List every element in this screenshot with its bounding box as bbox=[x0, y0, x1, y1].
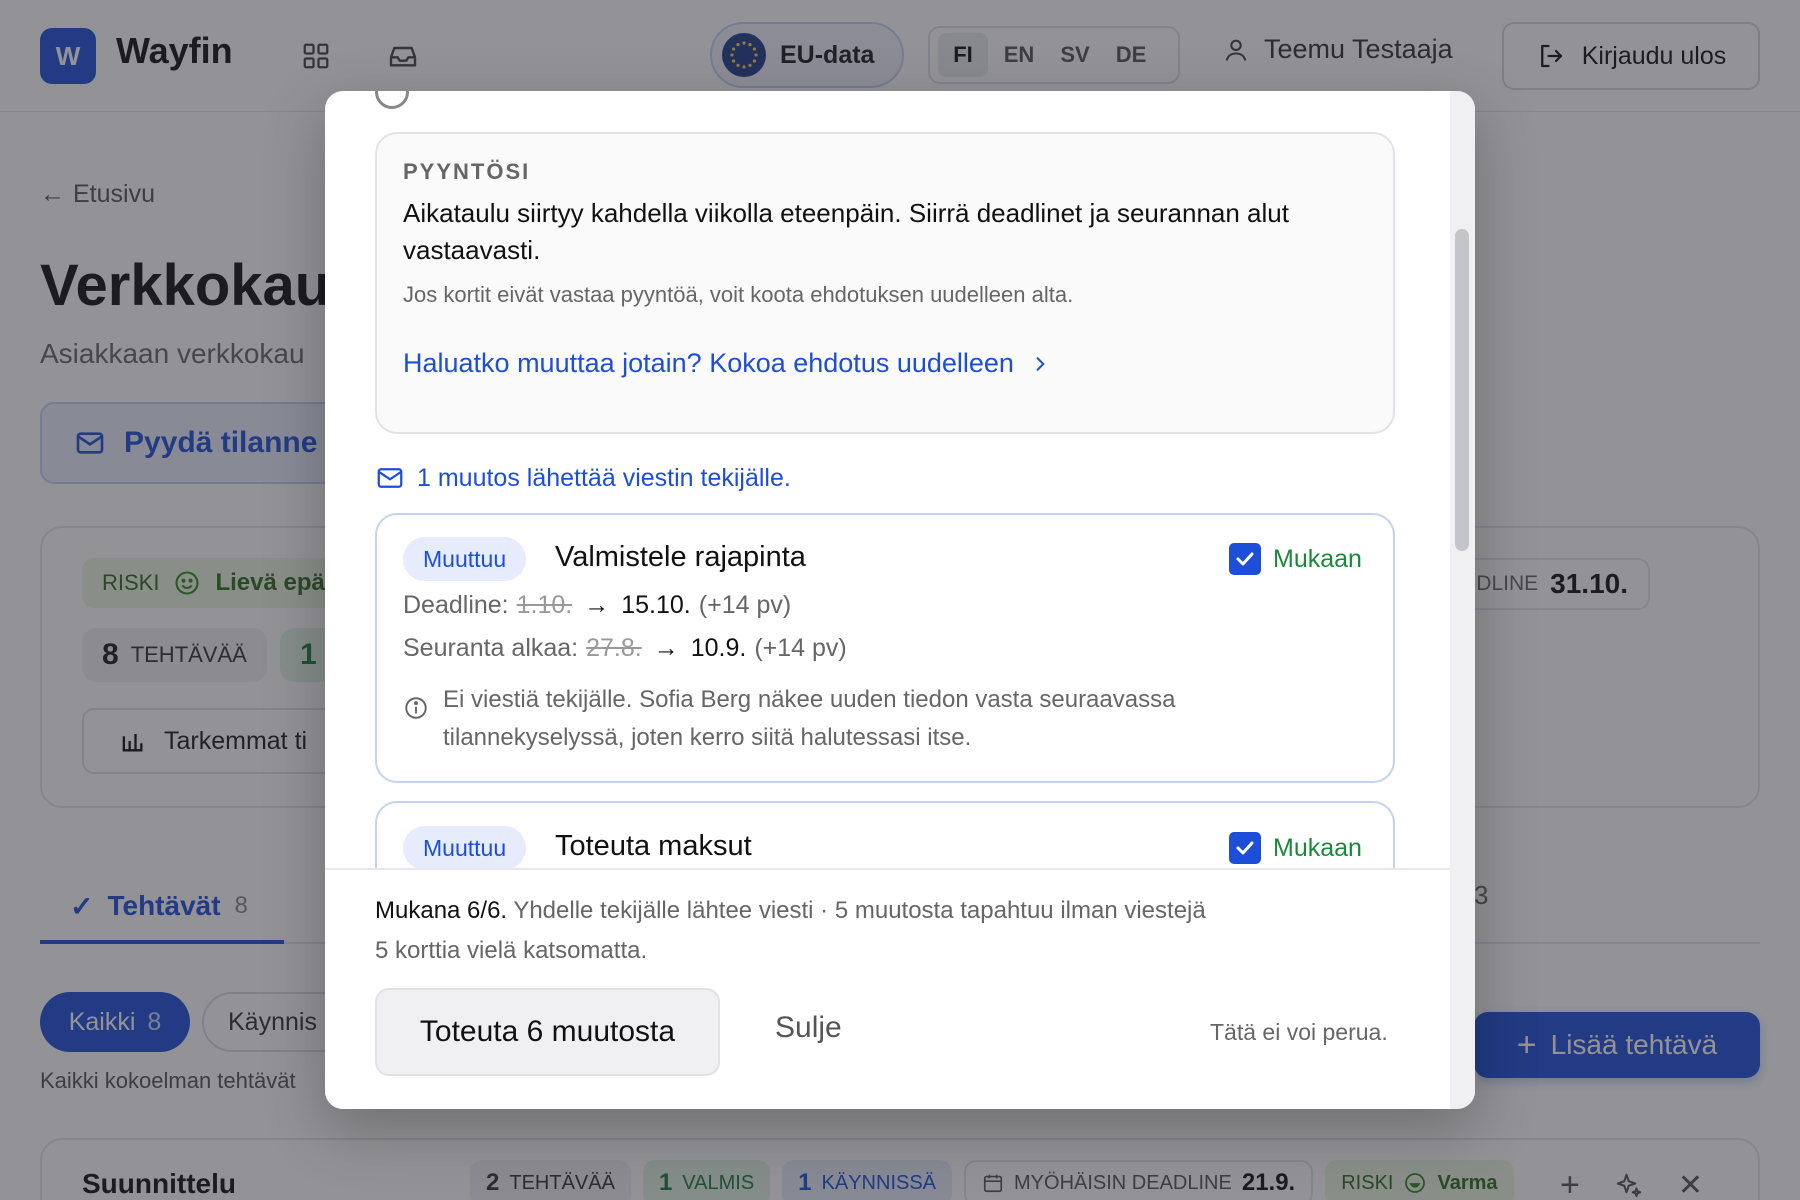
follow-new: 10.9. bbox=[690, 634, 747, 662]
message-notice: 1 muutos lähettää viestin tekijälle. bbox=[375, 463, 791, 493]
irreversible-note: Tätä ei voi perua. bbox=[1210, 1019, 1388, 1045]
deadline-new: 15.10. bbox=[621, 591, 691, 619]
no-message-note: Ei viestiä tekijälle. Sofia Berg näkee u… bbox=[443, 686, 1176, 751]
summary-text: Mukana 6/6. Yhdelle tekijälle lähtee vie… bbox=[375, 897, 1206, 925]
included-count: Mukana 6/6. bbox=[375, 897, 508, 924]
arrow-right-icon: → bbox=[584, 591, 610, 619]
include-checkbox[interactable] bbox=[1229, 832, 1261, 864]
chevron-right-icon bbox=[1036, 356, 1045, 371]
change-proposal-dialog: PYYNTÖSI Aikataulu siirtyy kahdella viik… bbox=[325, 91, 1475, 1109]
deadline-old: 1.10. bbox=[516, 591, 573, 619]
close-button[interactable]: Sulje bbox=[775, 1011, 842, 1045]
deadline-change-row: Deadline: 1.10. → 15.10. (+14 pv) bbox=[403, 591, 791, 620]
rebuild-proposal-link[interactable]: Haluatko muuttaa jotain? Kokoa ehdotus u… bbox=[403, 348, 1050, 379]
include-toggle[interactable]: Mukaan bbox=[1229, 543, 1362, 575]
request-hint: Jos kortit eivät vastaa pyyntöä, voit ko… bbox=[403, 282, 1074, 307]
follow-label: Seuranta alkaa: bbox=[403, 634, 579, 662]
request-text: Aikataulu siirtyy kahdella viikolla etee… bbox=[403, 198, 1289, 265]
arrow-right-icon: → bbox=[653, 634, 679, 662]
include-toggle[interactable]: Mukaan bbox=[1229, 832, 1362, 864]
change-title: Valmistele rajapinta bbox=[555, 541, 806, 573]
summary-detail: Yhdelle tekijälle lähtee viesti · 5 muut… bbox=[513, 897, 1206, 924]
change-title: Toteuta maksut bbox=[555, 830, 752, 862]
info-icon bbox=[405, 697, 427, 719]
mail-icon bbox=[377, 468, 403, 488]
check-icon bbox=[1236, 552, 1254, 566]
pending-text: 5 korttia vielä katsomatta. bbox=[375, 937, 648, 964]
dialog-status-icon bbox=[375, 91, 409, 109]
apply-changes-button[interactable]: Toteuta 6 muutosta bbox=[375, 988, 720, 1076]
include-label: Mukaan bbox=[1273, 544, 1362, 573]
change-badge: Muuttuu bbox=[403, 826, 527, 870]
include-checkbox[interactable] bbox=[1229, 543, 1261, 575]
rebuild-proposal-label: Haluatko muuttaa jotain? Kokoa ehdotus u… bbox=[403, 348, 1014, 378]
change-badge: Muuttuu bbox=[403, 537, 527, 581]
follow-delta: (+14 pv) bbox=[754, 634, 847, 662]
follow-change-row: Seuranta alkaa: 27.8. → 10.9. (+14 pv) bbox=[403, 634, 847, 663]
include-label: Mukaan bbox=[1273, 833, 1362, 862]
scrollbar-thumb[interactable] bbox=[1455, 229, 1469, 551]
deadline-label: Deadline: bbox=[403, 591, 509, 619]
deadline-delta: (+14 pv) bbox=[698, 591, 792, 619]
follow-old: 27.8. bbox=[586, 634, 642, 662]
check-icon bbox=[1236, 841, 1254, 855]
message-notice-text: 1 muutos lähettää viestin tekijälle. bbox=[417, 463, 791, 492]
request-label: PYYNTÖSI bbox=[403, 159, 531, 184]
